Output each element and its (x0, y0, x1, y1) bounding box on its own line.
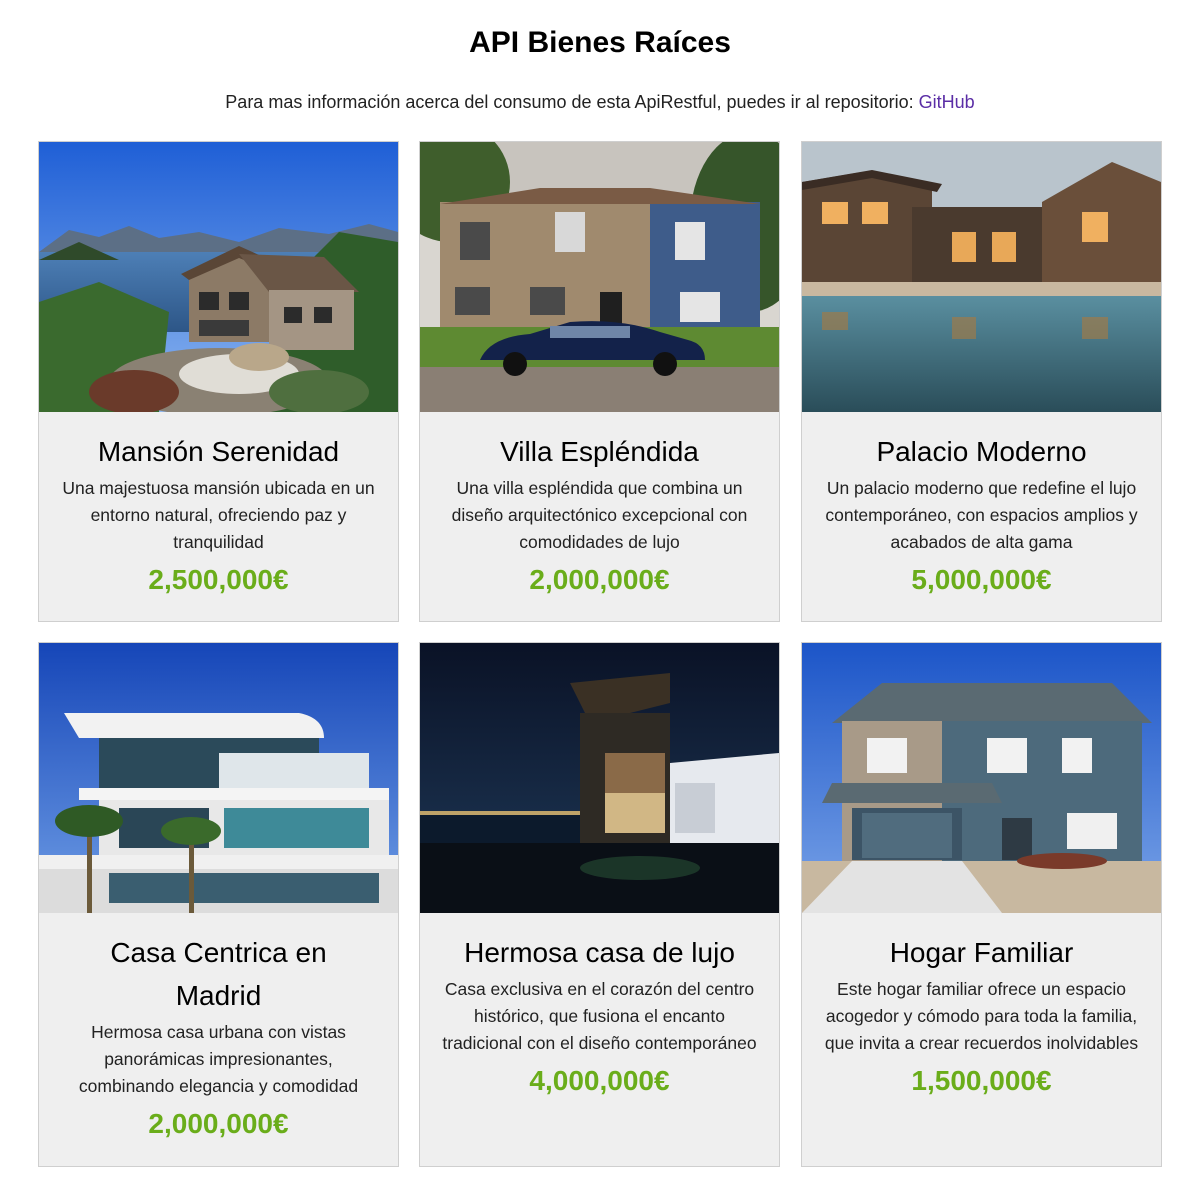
property-price: 2,000,000€ (148, 1108, 289, 1139)
lodge-with-pool-photo (802, 142, 1161, 412)
property-price: 1,500,000€ (911, 1065, 1052, 1096)
property-title: Casa Centrica en Madrid (110, 937, 327, 1011)
property-price: 4,000,000€ (529, 1065, 670, 1096)
intro-label: Para mas información acerca del consumo … (225, 92, 919, 112)
property-title: Hermosa casa de lujo (464, 937, 735, 968)
property-title: Villa Espléndida (500, 436, 699, 467)
intro-text: Para mas información acerca del consumo … (0, 92, 1200, 113)
property-card[interactable]: Casa Centrica en Madrid Hermosa casa urb… (38, 642, 399, 1167)
brick-villa-with-car-photo (420, 142, 779, 412)
lakeside-mansion-photo (39, 142, 398, 412)
property-title: Hogar Familiar (889, 937, 1074, 968)
property-card[interactable]: Hermosa casa de lujo Casa exclusiva en e… (419, 642, 780, 1167)
property-card[interactable]: Villa Espléndida Una villa espléndida qu… (419, 141, 780, 622)
property-description: Una majestuosa mansión ubicada en un ent… (62, 478, 375, 552)
modern-white-house-photo (39, 643, 398, 913)
property-price: 2,500,000€ (148, 564, 289, 595)
property-description: Una villa espléndida que combina un dise… (451, 478, 748, 552)
page-title: API Bienes Raíces (469, 26, 731, 59)
property-price: 5,000,000€ (911, 564, 1052, 595)
property-card[interactable]: Mansión Serenidad Una majestuosa mansión… (38, 141, 399, 622)
property-title: Mansión Serenidad (97, 436, 340, 467)
github-link[interactable]: GitHub (919, 92, 975, 112)
night-waterfront-house-photo (420, 643, 779, 913)
property-description: Este hogar familiar ofrece un espacio ac… (824, 979, 1139, 1053)
property-description: Casa exclusiva en el corazón del centro … (442, 979, 757, 1053)
property-card[interactable]: Palacio Moderno Un palacio moderno que r… (801, 141, 1162, 622)
property-price: 2,000,000€ (529, 564, 670, 595)
property-description: Hermosa casa urbana con vistas panorámic… (78, 1022, 359, 1096)
property-description: Un palacio moderno que redefine el lujo … (825, 478, 1138, 552)
property-title: Palacio Moderno (876, 436, 1087, 467)
property-card[interactable]: Hogar Familiar Este hogar familiar ofrec… (801, 642, 1162, 1167)
suburban-family-home-photo (802, 643, 1161, 913)
